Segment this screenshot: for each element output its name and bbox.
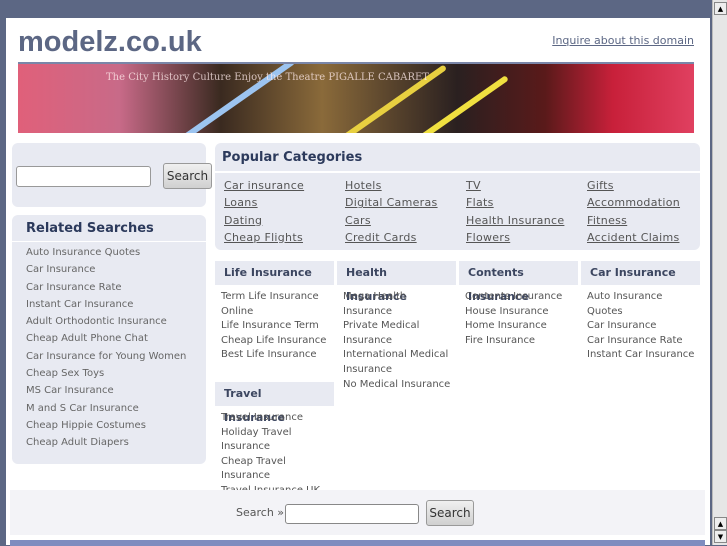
bottom-search-input[interactable] <box>285 504 419 524</box>
category-item[interactable]: Travel Insurance <box>221 411 334 426</box>
related-link[interactable]: Cheap Adult Diapers <box>26 434 206 451</box>
scroll-up-icon[interactable]: ▲ <box>714 517 727 530</box>
site-logo[interactable]: modelz.co.uk <box>18 26 202 59</box>
related-link[interactable]: M and S Car Insurance <box>26 400 206 417</box>
category-item[interactable]: Contents Insurance <box>465 290 578 305</box>
category-item[interactable]: Private Medical Insurance <box>343 319 456 348</box>
category-car-insurance: Car Insurance Auto Insurance Quotes Car … <box>581 261 700 363</box>
category-link[interactable]: Health Insurance <box>466 212 587 229</box>
category-health-insurance: Health Insurance Mega Health Insurance P… <box>337 261 456 392</box>
category-item[interactable]: Term Life Insurance Online <box>221 290 334 319</box>
category-item[interactable]: House Insurance <box>465 305 578 320</box>
category-link[interactable]: Hotels <box>345 177 466 194</box>
category-item[interactable]: Car Insurance Rate <box>587 334 700 349</box>
category-item[interactable]: International Medical Insurance <box>343 348 456 377</box>
category-item[interactable]: Holiday Travel Insurance <box>221 426 334 455</box>
category-link[interactable]: Credit Cards <box>345 229 466 246</box>
related-link[interactable]: Cheap Hippie Costumes <box>26 417 206 434</box>
page: modelz.co.uk Inquire about this domain T… <box>6 18 710 546</box>
bottom-search-label: Search » <box>236 506 285 519</box>
category-link[interactable]: Dating <box>224 212 345 229</box>
banner-text: The City History Culture Enjoy the Theat… <box>106 72 429 83</box>
category-title[interactable]: Car Insurance <box>581 261 700 285</box>
category-link[interactable]: Cheap Flights <box>224 229 345 246</box>
bottom-search-button[interactable]: Search <box>426 500 474 526</box>
search-panel: Search <box>12 143 212 207</box>
category-item[interactable]: Car Insurance <box>587 319 700 334</box>
category-item[interactable]: Cheap Travel Insurance <box>221 455 334 484</box>
category-item[interactable]: Best Life Insurance <box>221 348 334 363</box>
related-link[interactable]: Adult Orthodontic Insurance <box>26 313 206 330</box>
category-item[interactable]: Fire Insurance <box>465 334 578 349</box>
category-link[interactable]: Loans <box>224 194 345 211</box>
banner-image: The City History Culture Enjoy the Theat… <box>18 64 694 133</box>
category-link[interactable]: Fitness <box>587 212 708 229</box>
category-item[interactable]: Life Insurance Term <box>221 319 334 334</box>
category-item[interactable]: Auto Insurance Quotes <box>587 290 700 319</box>
category-link[interactable]: Gifts <box>587 177 708 194</box>
footer-bar <box>10 540 705 546</box>
related-searches-title: Related Searches <box>12 215 206 242</box>
category-title[interactable]: Health Insurance <box>337 261 456 303</box>
category-link[interactable]: Accommodation <box>587 194 708 211</box>
related-link[interactable]: Car Insurance Rate <box>26 279 206 296</box>
category-link[interactable]: Digital Cameras <box>345 194 466 211</box>
category-travel-insurance: Travel Insurance Travel Insurance Holida… <box>215 382 334 499</box>
category-item[interactable]: No Medical Insurance <box>343 378 456 393</box>
search-button[interactable]: Search <box>163 163 212 189</box>
popular-categories: Popular Categories Car insurance Hotels … <box>215 143 700 250</box>
related-link[interactable]: MS Car Insurance <box>26 382 206 399</box>
related-link[interactable]: Cheap Adult Phone Chat <box>26 330 206 347</box>
category-link[interactable]: Car insurance <box>224 177 345 194</box>
category-link[interactable]: Flats <box>466 194 587 211</box>
inquire-domain-link[interactable]: Inquire about this domain <box>552 34 694 47</box>
category-life-insurance: Life Insurance Term Life Insurance Onlin… <box>215 261 334 363</box>
scroll-down-icon[interactable]: ▼ <box>714 530 727 543</box>
category-item[interactable]: Home Insurance <box>465 319 578 334</box>
search-input[interactable] <box>16 166 151 187</box>
category-link[interactable]: Flowers <box>466 229 587 246</box>
related-link[interactable]: Car Insurance <box>26 261 206 278</box>
category-item[interactable]: Cheap Life Insurance <box>221 334 334 349</box>
bottom-search-bar: Search » Search <box>10 490 705 535</box>
category-title[interactable]: Contents Insurance <box>459 261 578 303</box>
related-link[interactable]: Instant Car Insurance <box>26 296 206 313</box>
category-link[interactable]: Accident Claims <box>587 229 708 246</box>
popular-categories-title: Popular Categories <box>215 143 700 173</box>
category-title[interactable]: Travel Insurance <box>215 382 334 424</box>
category-item[interactable]: Instant Car Insurance <box>587 348 700 363</box>
related-link[interactable]: Cheap Sex Toys <box>26 365 206 382</box>
category-link[interactable]: Cars <box>345 212 466 229</box>
category-link[interactable]: TV <box>466 177 587 194</box>
category-contents-insurance: Contents Insurance Contents Insurance Ho… <box>459 261 578 348</box>
related-link[interactable]: Car Insurance for Young Women <box>26 348 206 365</box>
scroll-up-icon[interactable]: ▲ <box>714 2 727 15</box>
category-title[interactable]: Life Insurance <box>215 261 334 285</box>
related-link[interactable]: Auto Insurance Quotes <box>26 244 206 261</box>
scrollbar[interactable]: ▲ ▲ ▼ <box>712 0 727 545</box>
related-searches: Related Searches Auto Insurance Quotes C… <box>12 215 206 464</box>
